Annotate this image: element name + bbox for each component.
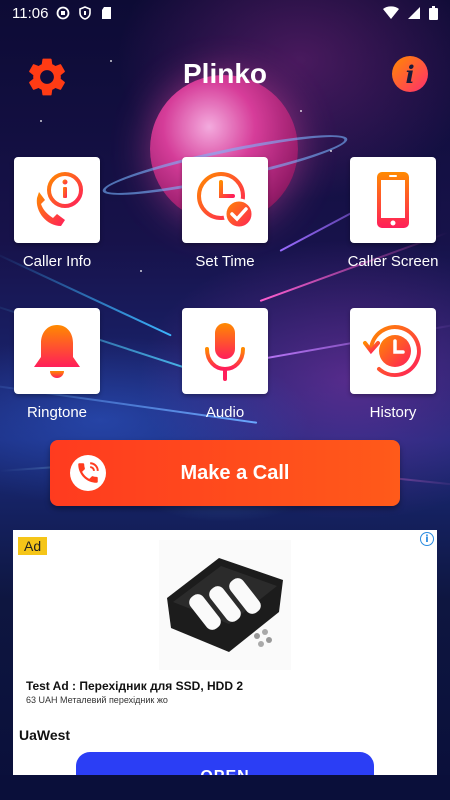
tile-box[interactable] <box>14 157 100 243</box>
tile-box[interactable] <box>14 308 100 394</box>
battery-icon <box>429 6 438 20</box>
status-bar: 11:06 <box>0 0 450 26</box>
ad-title[interactable]: Test Ad : Перехідник для SSD, HDD 2 <box>26 679 243 693</box>
status-time: 11:06 <box>12 4 49 22</box>
ad-badge: Ad <box>18 537 48 555</box>
history-icon <box>363 325 421 377</box>
ad-choices-icon[interactable]: i <box>420 532 434 546</box>
signal-icon <box>408 7 420 19</box>
app-title: Plinko <box>182 58 267 89</box>
ad-description: 63 UAH Металевий перехідник жо <box>26 695 168 705</box>
tile-label: Set Time <box>195 253 255 270</box>
tile-caller-info[interactable]: Caller Info <box>14 157 100 270</box>
tile-history[interactable]: History <box>350 308 436 421</box>
bell-icon <box>34 325 80 378</box>
microphone-icon <box>205 323 245 381</box>
caller-info-icon <box>36 172 83 226</box>
navigation-bar <box>0 775 450 800</box>
info-button[interactable]: i <box>392 56 428 92</box>
ad-banner[interactable]: Ad i Test Ad : Перехідник для SSD, HDD 2… <box>13 530 437 775</box>
tile-label: Caller Screen <box>347 253 439 270</box>
info-icon: i <box>405 59 415 89</box>
make-call-button[interactable]: Make a Call <box>50 440 400 506</box>
tile-set-time[interactable]: Set Time <box>182 157 268 270</box>
ad-product-image[interactable] <box>159 540 291 670</box>
clock-check-icon <box>197 172 255 230</box>
tile-label: Ringtone <box>26 404 88 421</box>
tile-label: History <box>369 404 417 421</box>
tile-box[interactable] <box>182 308 268 394</box>
tile-ringtone[interactable]: Ringtone <box>14 308 100 421</box>
phone-call-icon <box>70 455 106 491</box>
sd-card-icon <box>102 7 112 19</box>
tile-box[interactable] <box>182 157 268 243</box>
ad-advertiser: UaWest <box>19 727 71 743</box>
hdd-adapter-icon <box>167 558 283 652</box>
ad-open-button[interactable]: OPEN <box>76 752 374 775</box>
tile-label: Audio <box>205 404 245 421</box>
shield-icon <box>79 6 92 20</box>
phone-screen-icon <box>377 172 409 228</box>
notification-icon <box>57 6 70 20</box>
app-header: Plinko i <box>0 50 450 100</box>
wifi-icon <box>383 6 399 19</box>
tile-caller-screen[interactable]: Caller Screen <box>348 157 438 270</box>
tile-box[interactable] <box>350 308 436 394</box>
tile-label: Caller Info <box>22 253 92 270</box>
tile-box[interactable] <box>350 157 436 243</box>
tile-audio[interactable]: Audio <box>182 308 268 421</box>
